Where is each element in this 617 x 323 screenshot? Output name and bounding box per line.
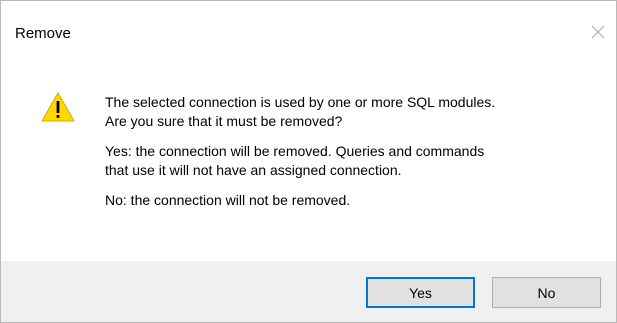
message-yes-explanation: Yes: the connection will be removed. Que… [105, 143, 485, 178]
close-icon[interactable] [587, 21, 609, 43]
warning-icon [41, 91, 75, 123]
message-no-explanation: No: the connection will not be removed. [105, 192, 351, 208]
message-question: The selected connection is used by one o… [105, 94, 496, 129]
button-bar: Yes No [1, 261, 616, 322]
yes-button[interactable]: Yes [366, 277, 475, 308]
dialog-title: Remove [15, 25, 71, 42]
message-area: The selected connection is used by one o… [105, 93, 605, 221]
dialog-content: The selected connection is used by one o… [1, 63, 616, 261]
no-button[interactable]: No [492, 277, 601, 308]
title-bar: Remove [1, 1, 616, 63]
remove-dialog: Remove The selected connection is used b… [0, 0, 617, 323]
